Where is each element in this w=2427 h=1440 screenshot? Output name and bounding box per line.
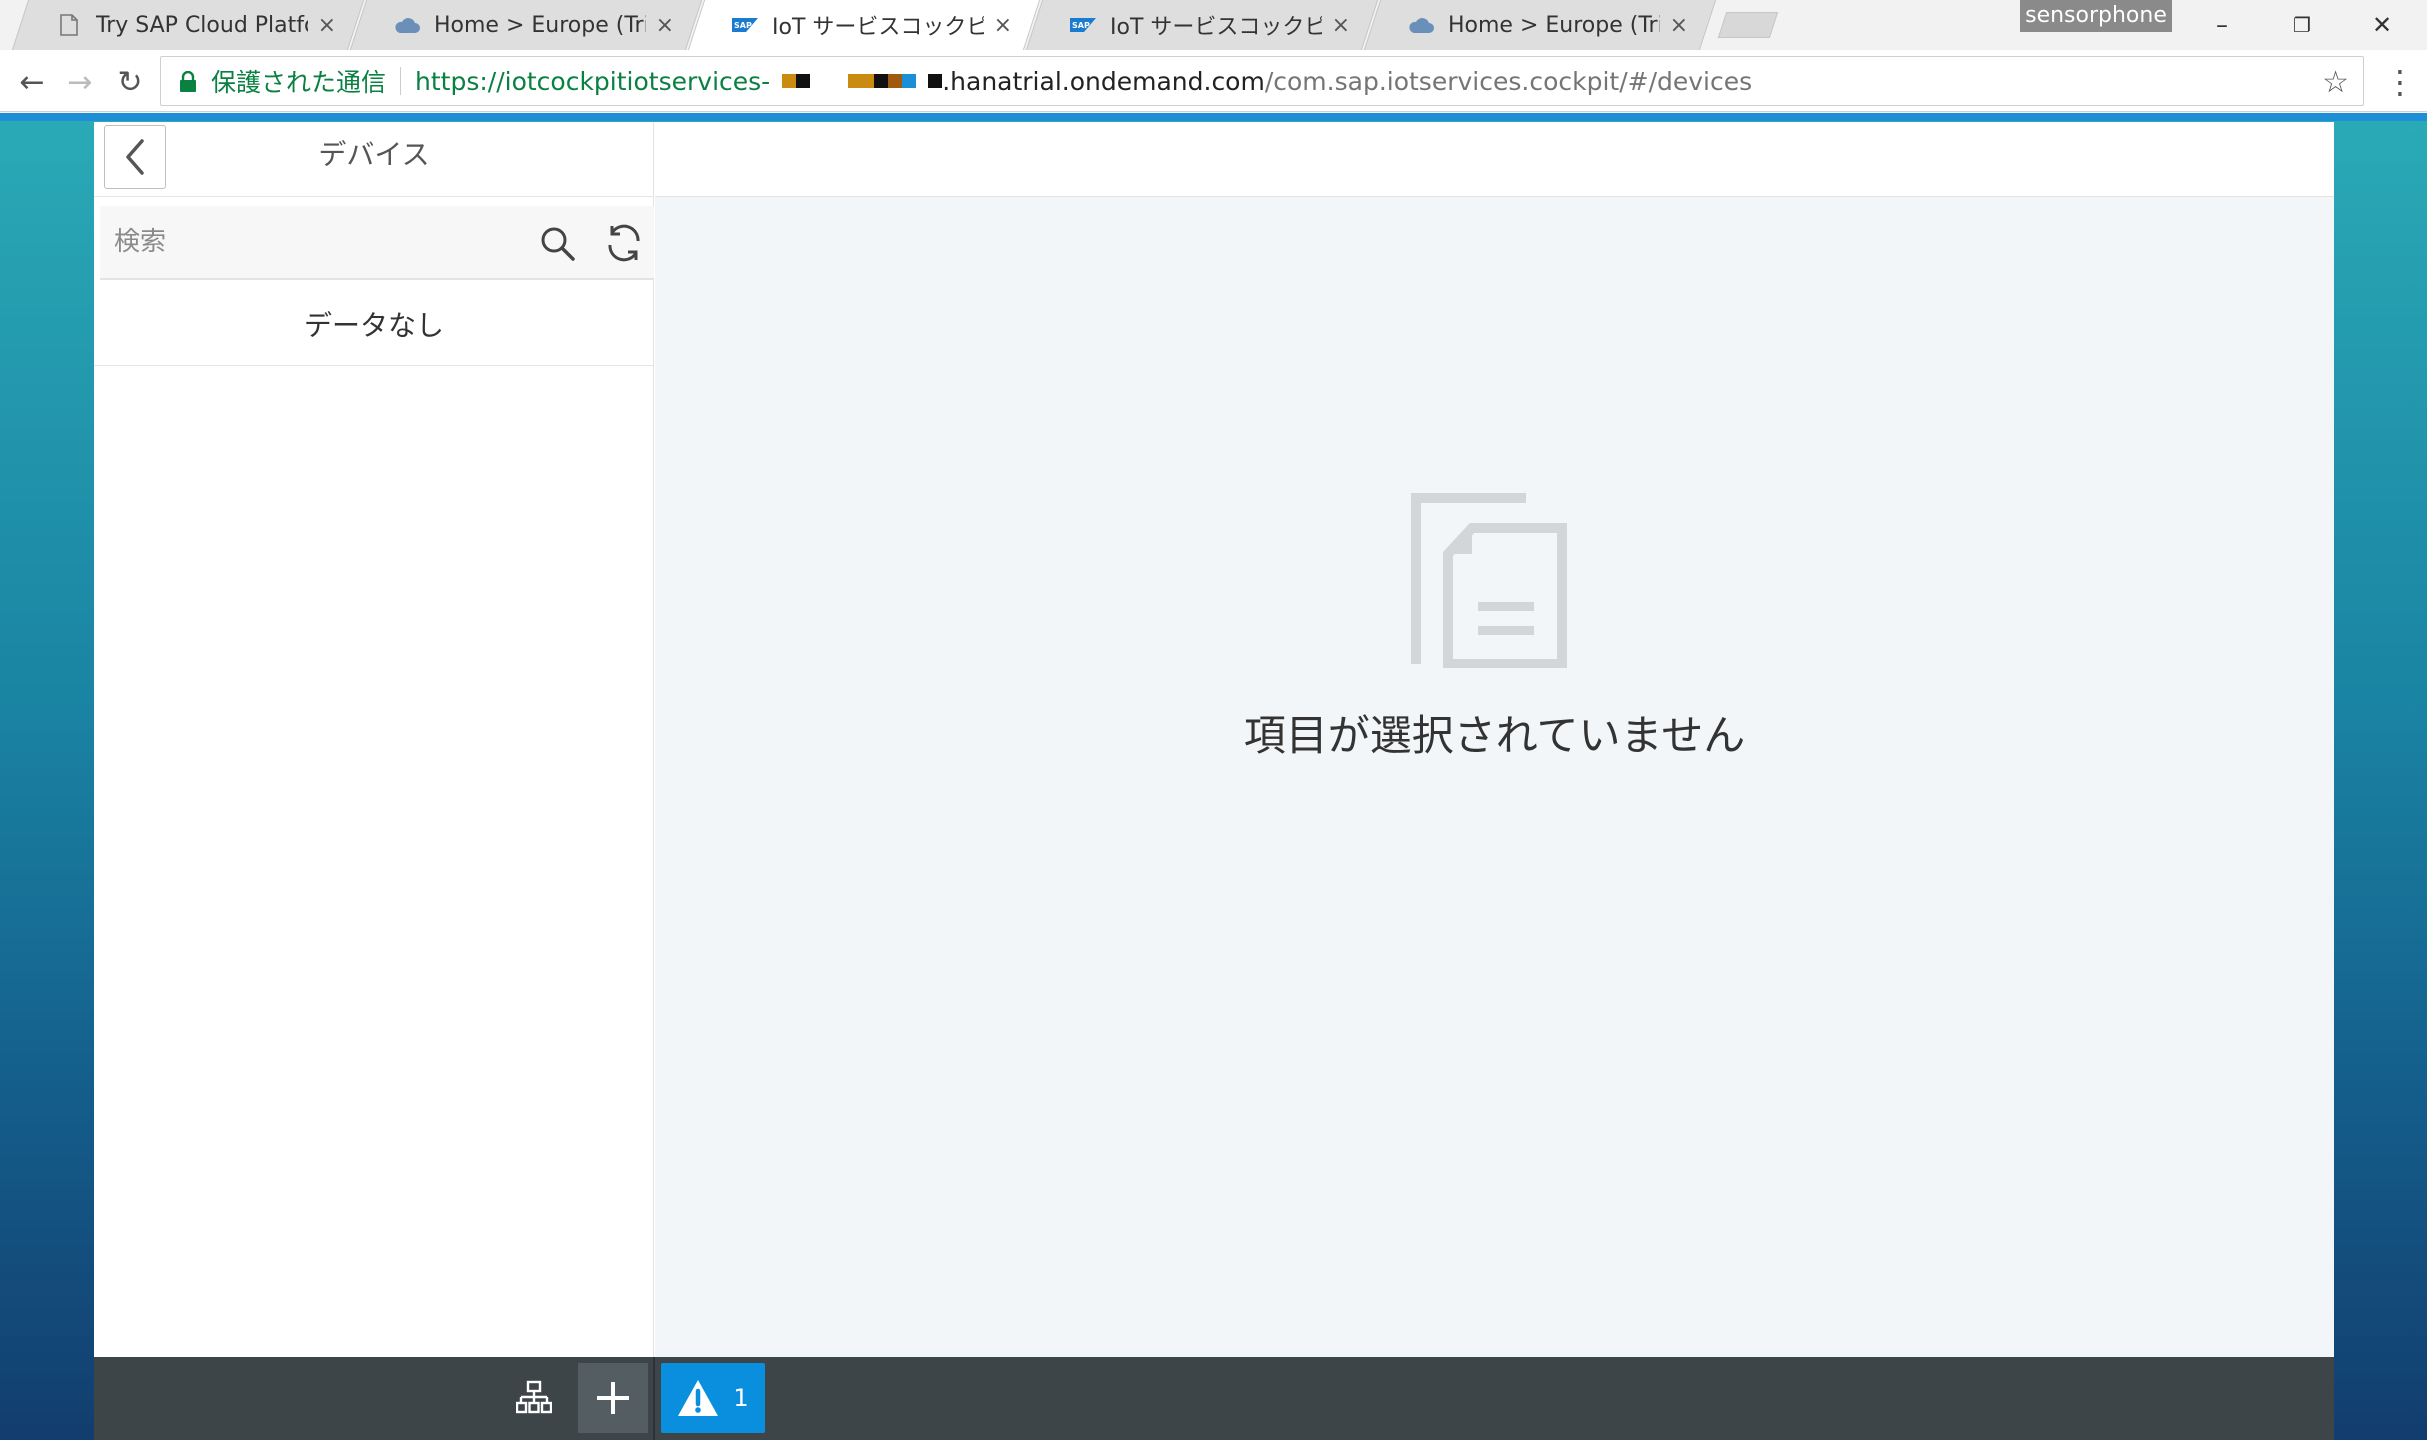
url-path: /com.sap.iotservices.cockpit/#/devices (1264, 66, 1753, 96)
chevron-left-icon (126, 139, 144, 175)
browser-toolbar: ← → ↻ 保護された通信 https://iotcockpitiotservi… (0, 50, 2427, 112)
search-icon[interactable] (538, 224, 578, 264)
window-close-button[interactable]: ✕ (2342, 0, 2422, 50)
tab-close-icon[interactable]: × (1332, 13, 1350, 38)
warning-count: 1 (733, 1384, 749, 1412)
add-device-button[interactable] (578, 1363, 648, 1433)
tab-close-icon[interactable]: × (318, 13, 336, 38)
url-host: .hanatrial.ondemand.com (942, 66, 1265, 96)
sap-logo-icon: SAP (732, 14, 758, 36)
minimize-button[interactable]: – (2182, 0, 2262, 50)
no-data-message: データなし (94, 286, 654, 366)
plus-icon (597, 1382, 629, 1414)
search-input[interactable] (114, 220, 514, 264)
svg-text:SAP: SAP (1072, 21, 1090, 30)
browser-tab[interactable]: Try SAP Cloud Platform × (11, 0, 365, 50)
back-button[interactable] (104, 125, 166, 189)
redacted-block (848, 74, 917, 88)
hierarchy-icon (516, 1380, 552, 1414)
browser-tab-active[interactable]: SAP IoT サービスコックピット × (687, 0, 1041, 50)
tab-close-icon[interactable]: × (656, 13, 674, 38)
profile-badge[interactable]: sensorphone (2020, 0, 2172, 32)
iot-cockpit-app: デバイス データなし 項目が選択されていません (94, 122, 2334, 1440)
redacted-block (928, 74, 943, 88)
svg-text:SAP: SAP (734, 21, 752, 30)
page-background: デバイス データなし 項目が選択されていません (0, 113, 2427, 1440)
url-scheme-host: https://iotcockpitiotservices- (415, 66, 771, 96)
redacted-block (782, 74, 811, 88)
warning-messages-button[interactable]: 1 (661, 1363, 765, 1433)
tab-title: Try SAP Cloud Platform (96, 12, 308, 38)
footer-toolbar: 1 (94, 1357, 2334, 1440)
empty-selection-message: 項目が選択されていません (1243, 711, 1746, 760)
page-top-accent-bar (0, 113, 2427, 121)
page-title: デバイス (318, 138, 430, 171)
tab-title: Home > Europe (Trial) > (434, 12, 646, 38)
tab-title: IoT サービスコックピット (1110, 15, 1322, 40)
tab-close-icon[interactable]: × (1670, 13, 1688, 38)
lock-icon (179, 70, 197, 92)
refresh-icon[interactable] (604, 223, 644, 263)
browser-tab[interactable]: Home > Europe (Trial) > × (349, 0, 703, 50)
search-bar (100, 206, 654, 280)
restore-button[interactable]: ❐ (2262, 0, 2342, 50)
browser-tabstrip: Try SAP Cloud Platform × Home > Europe (… (0, 0, 2427, 50)
master-pane: デバイス データなし (94, 122, 654, 1357)
hierarchy-button[interactable] (499, 1363, 569, 1433)
address-bar[interactable]: 保護された通信 https://iotcockpitiotservices- .… (160, 56, 2364, 106)
browser-menu-icon[interactable]: ⋮ (2380, 62, 2420, 102)
bookmark-star-icon[interactable]: ☆ (2322, 65, 2349, 100)
reload-icon[interactable]: ↻ (110, 62, 150, 102)
secure-connection-label: 保護された通信 (211, 68, 387, 97)
tab-title: IoT サービスコックピット (772, 15, 984, 40)
master-header: デバイス (94, 122, 654, 197)
page-icon (56, 14, 82, 36)
tab-close-icon[interactable]: × (994, 13, 1012, 38)
cloud-icon (394, 14, 420, 36)
browser-tab[interactable]: Home > Europe (Trial) > × (1363, 0, 1717, 50)
browser-tab[interactable]: SAP IoT サービスコックピット × (1025, 0, 1379, 50)
new-tab-button[interactable] (1717, 12, 1779, 38)
document-icon (1411, 493, 1567, 668)
cloud-icon (1408, 14, 1434, 36)
warning-icon (678, 1380, 719, 1416)
tab-title: Home > Europe (Trial) > (1448, 12, 1660, 38)
back-arrow-icon[interactable]: ← (12, 62, 52, 102)
forward-arrow-icon[interactable]: → (60, 62, 100, 102)
detail-header (655, 122, 2334, 197)
sap-logo-icon: SAP (1070, 14, 1096, 36)
detail-pane: 項目が選択されていません (655, 122, 2334, 1357)
